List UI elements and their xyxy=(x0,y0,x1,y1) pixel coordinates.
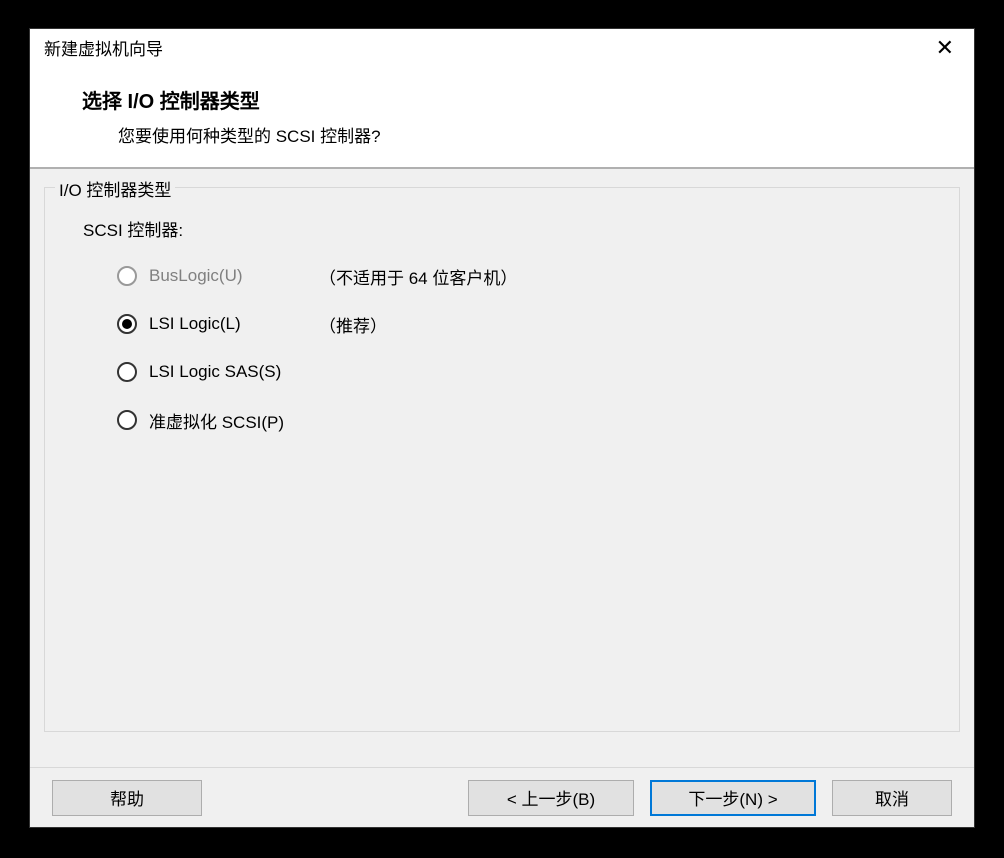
content-area: I/O 控制器类型 SCSI 控制器: BusLogic(U) （不适用于 64… xyxy=(30,169,974,767)
back-button[interactable]: < 上一步(B) xyxy=(468,780,634,816)
header-section: 选择 I/O 控制器类型 您要使用何种类型的 SCSI 控制器? xyxy=(30,67,974,169)
radio-note-lsilogic: （推荐） xyxy=(319,312,387,337)
radio-option-lsilogic[interactable]: LSI Logic(L) （推荐） xyxy=(117,311,935,337)
wizard-dialog: 新建虚拟机向导 ✕ 选择 I/O 控制器类型 您要使用何种类型的 SCSI 控制… xyxy=(29,28,975,828)
fieldset-legend: I/O 控制器类型 xyxy=(55,176,175,201)
dialog-title: 新建虚拟机向导 xyxy=(44,35,163,60)
radio-option-paravirtual[interactable]: 准虚拟化 SCSI(P) xyxy=(117,407,935,433)
scsi-controller-label: SCSI 控制器: xyxy=(83,216,935,241)
radio-label-paravirtual[interactable]: 准虚拟化 SCSI(P) xyxy=(149,408,319,433)
radio-buslogic xyxy=(117,266,137,286)
radio-option-buslogic: BusLogic(U) （不适用于 64 位客户机） xyxy=(117,263,935,289)
titlebar: 新建虚拟机向导 ✕ xyxy=(30,29,974,67)
radio-label-buslogic: BusLogic(U) xyxy=(149,266,319,286)
scsi-radio-group: BusLogic(U) （不适用于 64 位客户机） LSI Logic(L) … xyxy=(83,263,935,433)
help-button[interactable]: 帮助 xyxy=(52,780,202,816)
radio-lsilogicsas[interactable] xyxy=(117,362,137,382)
page-title: 选择 I/O 控制器类型 xyxy=(82,85,946,114)
page-subtitle: 您要使用何种类型的 SCSI 控制器? xyxy=(118,122,946,147)
radio-note-buslogic: （不适用于 64 位客户机） xyxy=(319,264,517,289)
radio-lsilogic[interactable] xyxy=(117,314,137,334)
radio-label-lsilogicsas[interactable]: LSI Logic SAS(S) xyxy=(149,362,319,382)
footer: 帮助 < 上一步(B) 下一步(N) > 取消 xyxy=(30,767,974,827)
cancel-button[interactable]: 取消 xyxy=(832,780,952,816)
radio-label-lsilogic[interactable]: LSI Logic(L) xyxy=(149,314,319,334)
radio-paravirtual[interactable] xyxy=(117,410,137,430)
radio-option-lsilogicsas[interactable]: LSI Logic SAS(S) xyxy=(117,359,935,385)
close-icon[interactable]: ✕ xyxy=(930,35,960,61)
next-button[interactable]: 下一步(N) > xyxy=(650,780,816,816)
io-controller-fieldset: I/O 控制器类型 SCSI 控制器: BusLogic(U) （不适用于 64… xyxy=(44,187,960,732)
